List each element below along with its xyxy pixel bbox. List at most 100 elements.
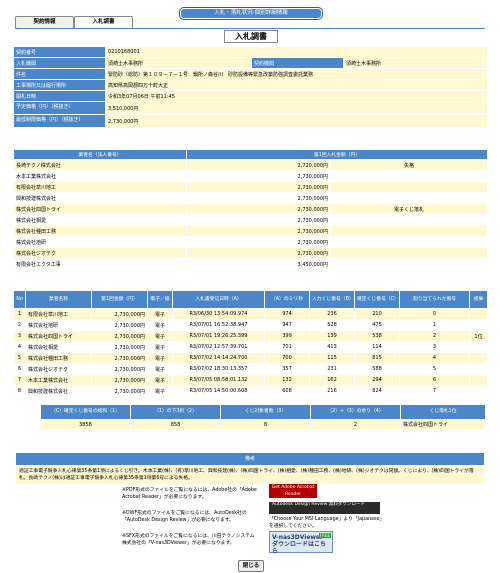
vnas-free-tag: FREE: [318, 533, 331, 538]
lottery-row: 5 株式会社種田工務 2,730,000円 電子 R3/07/02 14:14:24.7…: [13, 352, 488, 364]
page-title: 入札調書: [224, 30, 278, 43]
lottery-cell-ms: 357: [264, 363, 310, 375]
bid-note: [329, 247, 489, 259]
lottery-cell-amount: 2,730,000円: [91, 363, 148, 375]
lottery-cell-datetime: R3/07/02 12:57:39.701: [172, 341, 265, 353]
contract-agency-label: 契約機関: [251, 57, 344, 69]
lottery-cell-amount: 2,730,000円: [91, 341, 148, 353]
bid-row: 有限会社草川地工 2,730,000円: [13, 181, 489, 193]
lottery-cell-no: 6: [13, 363, 26, 375]
lottery-cell-ms: 132: [264, 374, 310, 386]
lottery-cell-no: 2: [13, 319, 26, 331]
lottery-cell-inp: 236: [309, 308, 355, 320]
lottery-cell-assigned: 3: [399, 341, 470, 353]
lottery-cell-inp: 115: [309, 352, 355, 364]
adobe-reader-download-link[interactable]: Get Adobe Acrobat Reader: [269, 484, 317, 498]
lottery-cell-inp: 231: [309, 363, 355, 375]
name-label: 件名: [13, 68, 106, 80]
lottery-cell-type: 電子: [147, 363, 173, 375]
notes-header: 備考: [16, 453, 484, 465]
close-button[interactable]: 閉じる: [238, 560, 264, 572]
lottery-cell-fix: 538: [354, 330, 400, 342]
bids-header-name: 業者名（法人番号）: [13, 149, 187, 160]
lottery-cell-fix: 294: [354, 374, 400, 386]
bid-row: 株式会社四国トライ 2,730,000円 電子くじ落札: [13, 203, 489, 215]
lottery-cell-datetime: R3/07/01 19:26:25.399: [172, 330, 265, 342]
min-price: 2,730,000円: [104, 114, 489, 128]
lottery-cell-assigned: 2: [399, 330, 470, 342]
lottery-row: 7 木本工業株式会社 2,730,000円 電子 R3/07/05 08:58:01.1…: [13, 374, 488, 386]
autodesk-download-link[interactable]: Autodesk Design Review 無料ダウンロード: [269, 502, 380, 514]
bid-note: [329, 192, 489, 204]
bid-row: 株式会社地研 2,730,000円: [13, 236, 489, 248]
bid-row: 木本工業株式会社 2,730,000円: [13, 170, 489, 182]
lottery-cell-fix: 114: [354, 341, 400, 353]
bid-amount: 2,720,000円: [186, 159, 331, 171]
lottery-cell-name: 有限会社草川地工: [25, 308, 92, 320]
lottery-cell-no: 3: [13, 330, 26, 342]
lottery-cell-result: [469, 308, 488, 320]
lottery-row: 3 株式会社四国トライ 2,730,000円 電子 R3/07/01 19:26:25.…: [13, 330, 488, 342]
bid-row: 株式会社ジオテク 2,730,000円: [13, 247, 489, 259]
bid-row: 株式会社種田工務 2,730,000円: [13, 225, 489, 237]
lottery-header-0: No: [13, 290, 26, 309]
lottery-cell-result: [469, 385, 488, 397]
bid-note: 失格: [329, 159, 489, 171]
lottery-header-8: 割り当てられた番号: [399, 290, 470, 309]
vnas-download-link[interactable]: V-nas3DViewer ダウンロードはこちら FREE: [269, 531, 333, 555]
lottery-cell-name: 株式会社四国トライ: [25, 330, 92, 342]
lottery-cell-ms: 974: [264, 308, 310, 320]
bid-amount: 2,730,000円: [186, 181, 331, 193]
lottery-row: 8 興和技建株式会社 2,730,000円 電子 R3/07/05 14:50:00.6…: [13, 385, 488, 397]
bid-note: [329, 225, 489, 237]
estimate-price: 3,510,000円: [104, 101, 489, 115]
bid-company: 株式会社相愛: [13, 214, 187, 226]
lottery-header-6: 入力くじ番号（B）: [309, 290, 355, 309]
summary-value-2: 8: [220, 419, 311, 430]
lottery-cell-assigned: 1: [399, 319, 470, 331]
lottery-cell-assigned: 6: [399, 374, 470, 386]
lottery-header-7: 確定くじ番号（C）: [354, 290, 400, 309]
lottery-cell-result: 1位: [469, 330, 488, 342]
bid-amount: 2,730,000円: [186, 192, 331, 204]
lottery-cell-assigned: 5: [399, 363, 470, 375]
bid-amount: 2,730,000円: [186, 170, 331, 182]
pdf-notice: ※PDF形式のファイルをご覧になるには、Adobe社の「Adobe Acroba…: [122, 488, 257, 500]
autodesk-language-note: 「Choose Your MSI Language」より「Japanese」を選…: [269, 517, 382, 529]
project-name: 緊防砂（総防）第１０９－７－１号 鍋所ノ森谷川 砂防設備等緊急改築防強調査委託業…: [104, 68, 489, 80]
agency-label: 入札機関: [13, 57, 106, 69]
bid-company: 木本工業株式会社: [13, 170, 187, 182]
page-banner: 入札・落札状況-個別詳細情報: [180, 8, 322, 19]
bid-amount: 2,730,000円: [186, 203, 331, 215]
contract-agency: 須崎土木事務所: [342, 57, 489, 69]
lottery-cell-no: 1: [13, 308, 26, 320]
lottery-cell-assigned: 0: [399, 308, 470, 320]
lottery-cell-ms: 947: [264, 319, 310, 331]
lottery-cell-name: 株式会社相愛: [25, 341, 92, 353]
lottery-cell-amount: 2,730,000円: [91, 330, 148, 342]
bid-company: 長崎テクノ株式会社: [13, 159, 187, 171]
bid-company: 株式会社地研: [13, 236, 187, 248]
summary-header-2: くじ対象者数（3）: [220, 404, 311, 420]
bid-row: 興和技建株式会社 2,730,000円: [13, 192, 489, 204]
lottery-cell-name: 木本工業株式会社: [25, 374, 92, 386]
date-label: 開札日時: [13, 90, 106, 102]
lottery-cell-type: 電子: [147, 352, 173, 364]
lottery-cell-ms: 608: [264, 385, 310, 397]
bid-company: 株式会社種田工務: [13, 225, 187, 237]
bid-note: [329, 258, 489, 270]
lottery-cell-name: 株式会社地研: [25, 319, 92, 331]
lottery-cell-datetime: R3/07/01 16:52:38.947: [172, 319, 265, 331]
place-label: 工事場所又は履行場所: [13, 79, 106, 91]
lottery-cell-name: 株式会社種田工務: [25, 352, 92, 364]
lottery-cell-type: 電子: [147, 341, 173, 353]
opening-date: 令和3年07月06日 午前11:45: [104, 90, 489, 102]
bid-amount: 3,450,000円: [186, 258, 331, 270]
bid-company: 有限会社エクタ工事: [13, 258, 187, 270]
lottery-header-2: 第1回金額（円）: [91, 290, 148, 309]
lottery-cell-no: 5: [13, 352, 26, 364]
bid-note: [329, 236, 489, 248]
lottery-header-3: 電子／紙: [147, 290, 173, 309]
notes-body: 適証工事電子競争入札心律第35条第1項によるくじ引き。木本工業(株)、(有)草川…: [16, 466, 484, 484]
lottery-cell-name: 興和技建株式会社: [25, 385, 92, 397]
